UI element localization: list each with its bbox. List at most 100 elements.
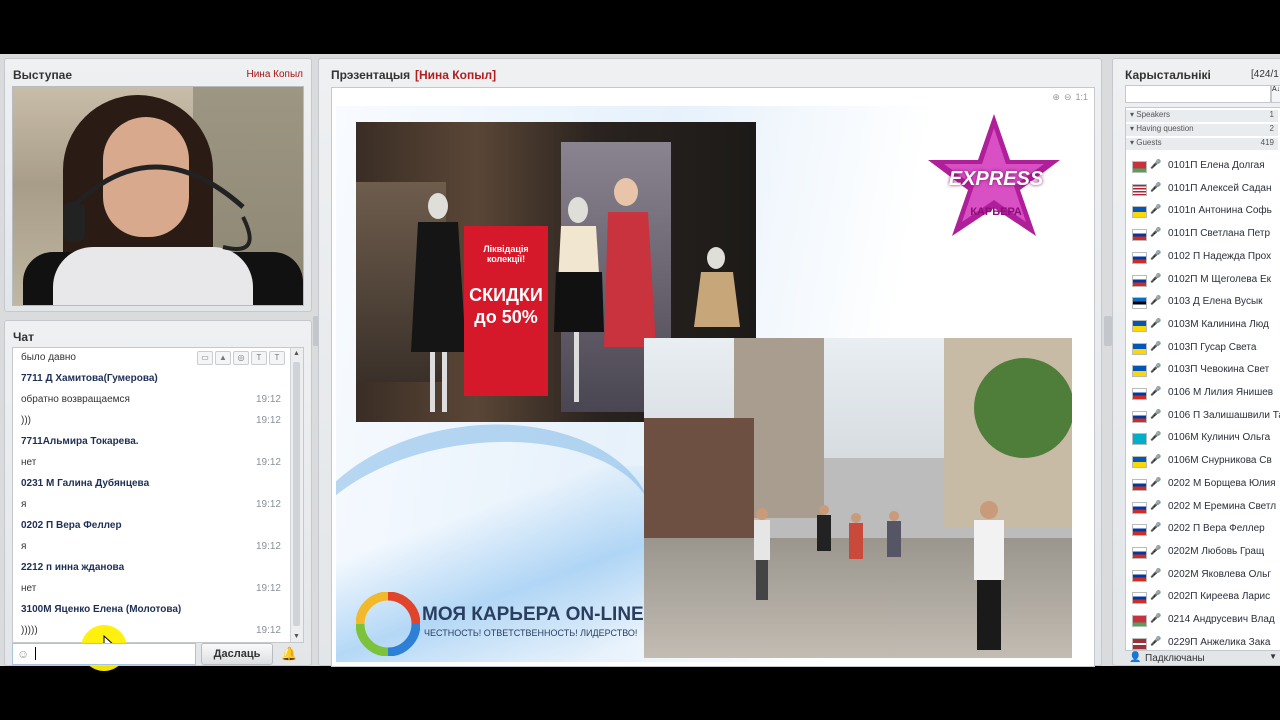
user-row[interactable]: 🎤 0202 М Борщева Юлия (1126, 474, 1280, 496)
flag-icon (1132, 319, 1147, 332)
user-name: 0101П Елена Долгая (1168, 160, 1265, 171)
group-guests[interactable]: ▾ Guests 419 (1126, 138, 1278, 150)
user-row[interactable]: 🎤 0202М Яковлева Ольг (1126, 565, 1280, 587)
group-having-question[interactable]: ▾ Having question 2 (1126, 124, 1278, 136)
flag-icon (1132, 456, 1147, 469)
zoom-out-icon[interactable]: ⊖ (1064, 92, 1072, 103)
user-row[interactable]: 🎤 0214 Андрусевич Влад (1126, 610, 1280, 632)
chat-message: нет (21, 457, 37, 468)
group-speakers[interactable]: ▾ Speakers 1 (1126, 110, 1278, 122)
presenter-name: [Нина Копыл] (415, 68, 497, 82)
flag-icon (1132, 183, 1147, 196)
zoom-tools: ⊕ ⊖ 1:1 (1052, 92, 1088, 103)
user-name: 0106 М Лилия Янишев (1168, 387, 1274, 398)
user-row[interactable]: 🎤 0202 М Еремина Светл (1126, 497, 1280, 519)
chat-input[interactable]: ☺ (12, 643, 196, 665)
zoom-actual-size[interactable]: 1:1 (1075, 92, 1088, 103)
chat-author: 0202 П Вера Феллер (21, 520, 122, 531)
scroll-thumb[interactable] (293, 362, 300, 626)
user-row[interactable]: 🎤 0103М Калинина Люд (1126, 315, 1280, 337)
user-row[interactable]: 🎤 0102 П Надежда Прох (1126, 247, 1280, 269)
mic-icon: 🎤 (1150, 249, 1162, 260)
user-row[interactable]: 🎤 0101п Антонина Софь (1126, 201, 1280, 223)
user-row[interactable]: 🎤 0202 П Вера Феллер (1126, 519, 1280, 541)
users-list[interactable]: ▾ Speakers 1 ▾ Having question 2 ▾ Guests 4… (1125, 107, 1280, 651)
user-row[interactable]: 🎤 0101П Светлана Петр (1126, 224, 1280, 246)
user-row[interactable]: 🎤 0202П Киреева Ларис (1126, 587, 1280, 609)
chat-messages[interactable]: ▭ ▲ ◎ T T было давно 7711 Д Хамитова(Гуме… (12, 347, 304, 643)
mic-icon: 🎤 (1150, 499, 1162, 510)
chat-author: 0231 М Галина Дубянцева (21, 478, 150, 489)
zoom-in-icon[interactable]: ⊕ (1052, 92, 1060, 103)
mic-icon: 🎤 (1150, 295, 1162, 306)
user-row[interactable]: 🎤 0106 М Лилия Янишев (1126, 383, 1280, 405)
scroll-down-icon[interactable]: ▼ (293, 633, 300, 640)
flag-icon (1132, 251, 1147, 264)
emoticon-icon[interactable]: ☺ (17, 647, 29, 661)
flag-icon (1132, 388, 1147, 400)
flag-icon (1132, 206, 1147, 219)
scroll-up-icon[interactable]: ▲ (293, 350, 300, 357)
mic-icon: 🎤 (1150, 386, 1162, 396)
user-row[interactable]: 🎤 0202М Любовь Гращ (1126, 542, 1280, 564)
mic-icon: 🎤 (1150, 635, 1162, 646)
user-row[interactable]: 🎤 0106М Кулинич Ольга (1126, 428, 1280, 450)
chevron-down-icon[interactable]: ▼ (1269, 652, 1277, 661)
font-increase-icon[interactable]: T (251, 351, 267, 365)
chat-scrollbar[interactable]: ▲ ▼ (290, 348, 303, 642)
chat-message: ))) (21, 415, 31, 426)
user-name: 0202 П Вера Феллер (1168, 523, 1265, 535)
user-name: 0202 М Борщева Юлия (1168, 477, 1276, 489)
user-name: 0102 П Надежда Прох (1168, 250, 1272, 262)
flag-icon (1132, 546, 1147, 559)
chat-panel: Чат ▭ ▲ ◎ T T было давно 7711 Д Хамитова(… (4, 320, 312, 671)
mic-icon: 🎤 (1150, 340, 1162, 351)
sale-sign-main: СКИДКИ до 50% (469, 285, 543, 327)
status-selector[interactable]: 👤 Падключаны ▼ (1125, 651, 1280, 667)
user-name: 0214 Андрусевич Влад (1168, 614, 1275, 625)
brand-subtitle: ЧЕСТНОСТЬ! ОТВЕТСТВЕННОСТЬ! ЛИДЕРСТВО! (424, 628, 638, 638)
webcam-video (12, 86, 304, 306)
user-row[interactable]: 🎤 0103 Д Елена Вусык (1126, 292, 1280, 314)
chat-author: 7711 Д Хамитова(Гумерова) (21, 373, 158, 384)
chat-panel-title: Чат (13, 330, 34, 344)
flag-icon (1132, 592, 1147, 605)
collapse-right-handle[interactable] (1104, 316, 1112, 346)
user-name: 0103 Д Елена Вусык (1168, 296, 1263, 308)
users-search-input[interactable] (1125, 85, 1271, 103)
user-row[interactable]: 🎤 0102П М Щеголева Ек (1126, 270, 1280, 292)
chat-timestamp: 19:12 (255, 394, 281, 405)
user-name: 0101П Светлана Петр (1168, 228, 1271, 240)
user-row[interactable]: 🎤 0106М Снурникова Св (1126, 451, 1280, 473)
mic-icon: 🎤 (1150, 590, 1162, 601)
chat-message: ))))) (21, 625, 38, 636)
mic-icon: 🎤 (1150, 204, 1162, 215)
user-name: 0101П Алексей Садан (1168, 182, 1272, 194)
user-row[interactable]: 🎤 0101П Алексей Садан (1126, 179, 1280, 201)
user-row[interactable]: 🎤 0101П Елена Долгая (1126, 156, 1280, 178)
chat-lock-icon[interactable]: ▲ (215, 351, 231, 365)
chat-author: 7711Альмира Токарева. (21, 436, 139, 447)
user-row[interactable]: 🎤 0229П Анжелика Зака (1126, 633, 1280, 650)
sort-icon[interactable]: A↓ (1271, 85, 1280, 103)
user-row[interactable]: 🎤 0103П Чевокина Свет (1126, 360, 1280, 382)
font-decrease-icon[interactable]: T (269, 351, 285, 365)
bell-icon[interactable]: 🔔 (281, 646, 297, 662)
chat-settings-icon[interactable]: ◎ (233, 351, 249, 365)
chat-clear-icon[interactable]: ▭ (197, 351, 213, 365)
mic-icon: 🎤 (1150, 363, 1162, 374)
mic-icon: 🎤 (1150, 159, 1162, 169)
users-panel: Карыстальнікі [424/1 A↓ ▾ Speakers 1 ▾ Ha… (1112, 58, 1280, 666)
flag-icon (1132, 433, 1147, 446)
send-button[interactable]: Даслаць (201, 643, 273, 665)
user-status-icon: 👤 (1129, 652, 1142, 663)
user-name: 0202П Киреева Ларис (1168, 591, 1271, 603)
user-row[interactable]: 🎤 0106 П Залишашвили Та (1126, 406, 1280, 428)
user-row[interactable]: 🎤 0103П Гусар Света (1126, 338, 1280, 360)
chat-timestamp: 19:12 (255, 541, 281, 552)
flag-icon (1132, 569, 1147, 582)
presentation-panel-title: Прэзентацыя (331, 68, 411, 82)
flag-icon (1132, 161, 1147, 173)
chat-timestamp: 19:12 (255, 415, 281, 426)
speaker-name: Нина Копыл (246, 69, 304, 80)
